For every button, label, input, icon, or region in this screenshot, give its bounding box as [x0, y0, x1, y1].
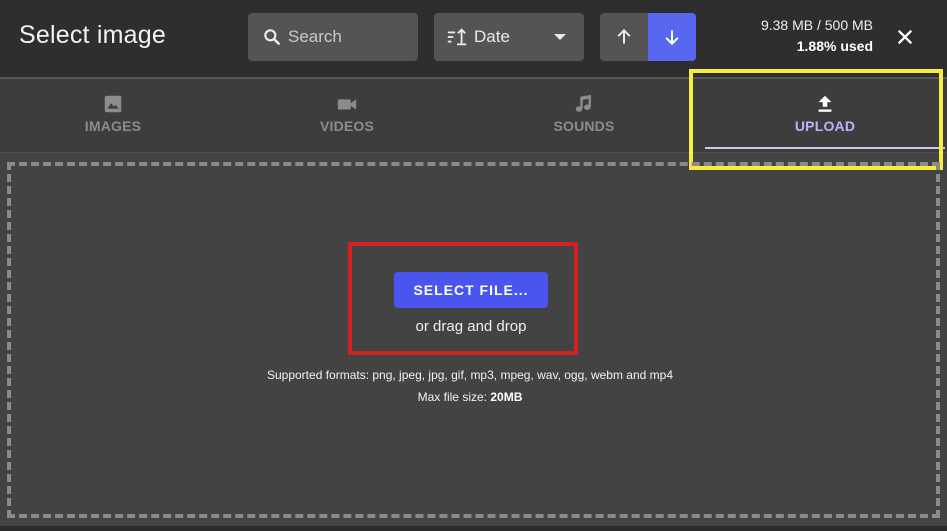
tab-sounds-label: SOUNDS [553, 118, 615, 134]
page-title: Select image [19, 21, 166, 49]
active-tab-indicator [705, 147, 945, 149]
arrow-down-icon [665, 30, 679, 46]
select-file-button[interactable]: SELECT FILE... [394, 272, 548, 308]
arrow-up-icon [617, 28, 631, 44]
chevron-down-icon [554, 34, 566, 40]
sort-descending-button[interactable] [648, 13, 696, 61]
max-file-size: Max file size: 20MB [0, 390, 940, 404]
tab-videos-label: VIDEOS [319, 118, 375, 134]
sort-icon [447, 28, 467, 46]
storage-usage: 9.38 MB / 500 MB 1.88% used [761, 15, 873, 57]
max-file-size-label: Max file size: [417, 390, 487, 404]
close-button[interactable] [892, 24, 918, 50]
media-tabs: IMAGES VIDEOS SOUNDS UPLOAD [0, 79, 947, 152]
sort-label: Date [474, 27, 510, 46]
sort-ascending-button[interactable] [600, 13, 648, 61]
tabs-divider [0, 152, 947, 153]
search-input[interactable] [288, 27, 408, 47]
tab-upload-label: UPLOAD [794, 118, 856, 134]
sort-dropdown[interactable]: Date [434, 13, 584, 61]
drop-zone[interactable] [7, 162, 940, 518]
header-bar: Select image Date 9.38 MB / 500 MB 1.88%… [0, 0, 947, 77]
video-camera-icon [336, 93, 358, 115]
tab-upload[interactable]: UPLOAD [705, 79, 945, 152]
tab-videos[interactable]: VIDEOS [234, 79, 460, 152]
music-note-icon [573, 93, 595, 115]
drag-drop-hint: or drag and drop [415, 318, 527, 335]
supported-formats: Supported formats: png, jpeg, jpg, gif, … [266, 368, 673, 382]
close-icon [897, 29, 913, 45]
max-file-size-value: 20MB [490, 390, 523, 404]
tab-sounds[interactable]: SOUNDS [471, 79, 697, 152]
tab-images[interactable]: IMAGES [0, 79, 226, 152]
search-box[interactable] [248, 13, 418, 61]
bottom-strip [0, 526, 947, 531]
storage-percent: 1.88% used [796, 38, 873, 54]
upload-icon [814, 93, 836, 115]
search-icon [264, 29, 280, 45]
storage-usage-text: 9.38 MB / 500 MB [760, 17, 873, 33]
tab-images-label: IMAGES [84, 118, 142, 134]
image-icon [102, 93, 124, 115]
